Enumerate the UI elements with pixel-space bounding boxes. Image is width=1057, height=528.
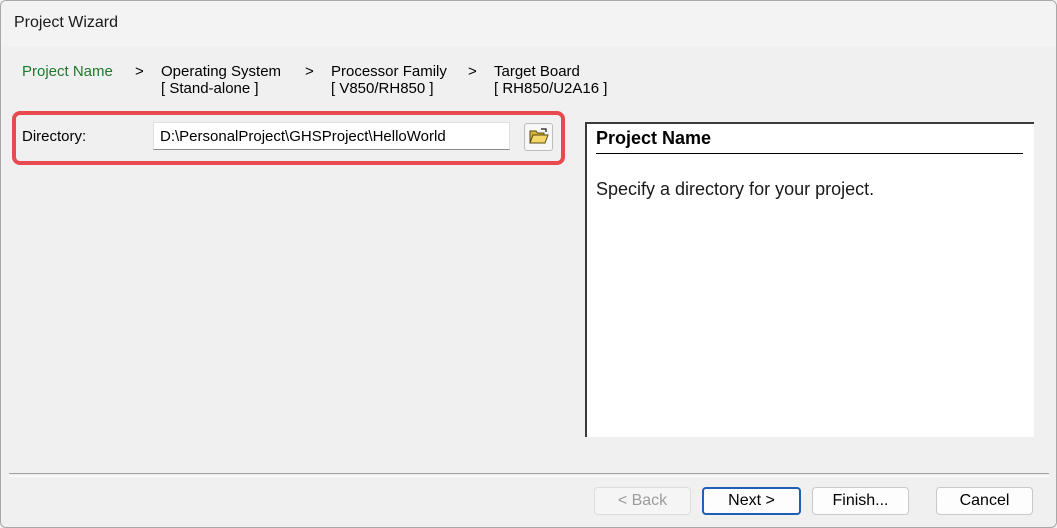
finish-button[interactable]: Finish... (812, 487, 909, 515)
step-target-board: Target Board [ RH850/U2A16 ] (494, 63, 608, 97)
directory-label: Directory: (22, 128, 87, 145)
project-wizard-window: Project Wizard Project Name > Operating … (0, 0, 1057, 528)
step-value: [ RH850/U2A16 ] (494, 80, 608, 97)
directory-input[interactable] (153, 122, 510, 150)
info-title: Project Name (596, 128, 1023, 154)
wizard-steps: Project Name > Operating System [ Stand-… (1, 63, 1056, 103)
title-bar[interactable]: Project Wizard (1, 1, 1056, 47)
step-project-name: Project Name (22, 63, 113, 80)
cancel-button[interactable]: Cancel (936, 487, 1033, 515)
next-button[interactable]: Next > (702, 487, 801, 515)
browse-folder-button[interactable] (524, 123, 553, 151)
step-separator: > (468, 63, 477, 80)
step-operating-system: Operating System [ Stand-alone ] (161, 63, 282, 97)
info-text: Specify a directory for your project. (596, 179, 875, 199)
step-value: [ V850/RH850 ] (331, 80, 434, 97)
window-title: Project Wizard (14, 14, 119, 31)
step-separator: > (135, 63, 144, 80)
step-processor-family: Processor Family [ V850/RH850 ] (331, 63, 447, 97)
step-separator: > (305, 63, 314, 80)
step-value: [ Stand-alone ] (161, 80, 259, 97)
info-panel: Project Name Specify a directory for you… (585, 122, 1034, 437)
button-divider (9, 473, 1049, 477)
open-folder-icon (529, 128, 549, 144)
back-button[interactable]: < Back (594, 487, 691, 515)
